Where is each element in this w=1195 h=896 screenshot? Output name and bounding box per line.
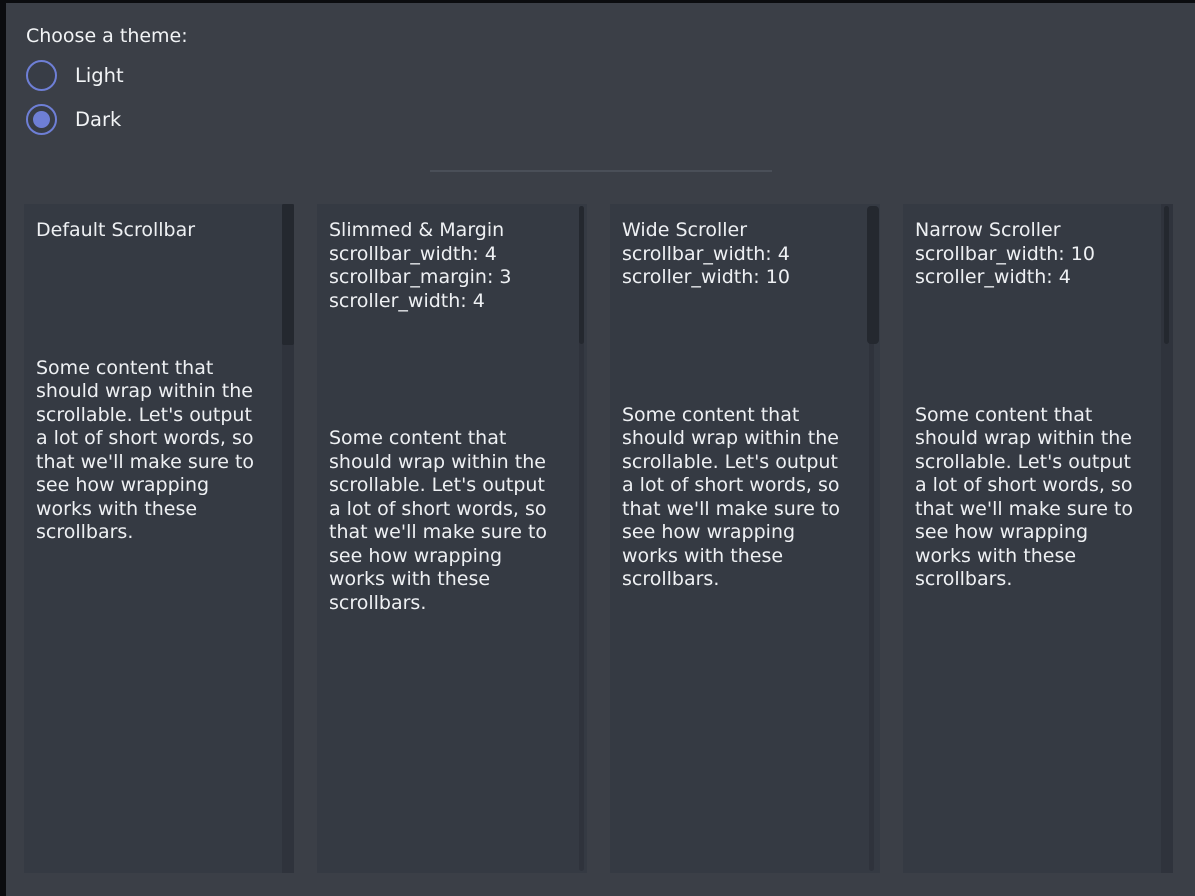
scrollable-panel-default[interactable]: Default Scrollbar Some content that shou… <box>24 204 294 873</box>
scrollable-panel-narrow-scroller[interactable]: Narrow Scroller scrollbar_width: 10 scro… <box>903 204 1173 873</box>
panel-content: Some content that should wrap within the… <box>915 404 1149 592</box>
scrollbar-demo-panels: Default Scrollbar Some content that shou… <box>6 204 1195 873</box>
panel-header: Wide Scroller scrollbar_width: 4 scrolle… <box>622 219 856 290</box>
panel-header: Default Scrollbar <box>36 219 270 243</box>
theme-chooser-label: Choose a theme: <box>26 24 1195 48</box>
radio-label-light: Light <box>75 64 124 87</box>
horizontal-divider <box>430 170 772 172</box>
panel-content: Some content that should wrap within the… <box>329 427 563 615</box>
radio-button-icon <box>26 60 57 91</box>
scrollbar-thumb[interactable] <box>282 204 294 345</box>
radio-option-dark[interactable]: Dark <box>26 104 246 135</box>
scrollbar-thumb[interactable] <box>579 206 584 344</box>
panel-content: Some content that should wrap within the… <box>36 357 270 545</box>
theme-chooser-section: Choose a theme: Light Dark <box>6 3 1195 135</box>
scrollable-panel-wide-scroller[interactable]: Wide Scroller scrollbar_width: 4 scrolle… <box>610 204 880 873</box>
scrollbar-thumb[interactable] <box>1164 206 1169 344</box>
scrollable-panel-slimmed-margin[interactable]: Slimmed & Margin scrollbar_width: 4 scro… <box>317 204 587 873</box>
scrollbar-thumb[interactable] <box>867 206 879 344</box>
panel-header: Narrow Scroller scrollbar_width: 10 scro… <box>915 219 1149 290</box>
panel-content: Some content that should wrap within the… <box>622 404 856 592</box>
radio-dot <box>33 111 50 128</box>
panel-header: Slimmed & Margin scrollbar_width: 4 scro… <box>329 219 563 313</box>
radio-button-icon <box>26 104 57 135</box>
app-window: Choose a theme: Light Dark Default Scrol… <box>0 0 1195 896</box>
radio-option-light[interactable]: Light <box>26 60 246 91</box>
radio-label-dark: Dark <box>75 108 121 131</box>
